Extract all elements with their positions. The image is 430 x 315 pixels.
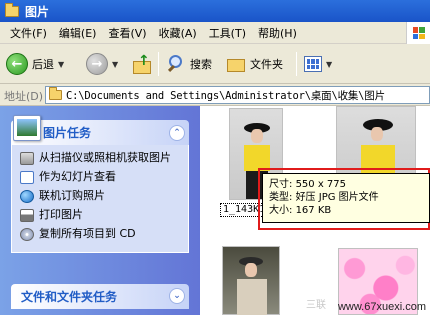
search-button[interactable]: 搜索	[166, 50, 212, 78]
menu-tools[interactable]: 工具(T)	[203, 25, 252, 41]
folders-icon	[226, 55, 246, 73]
task-copy-to-cd[interactable]: 复制所有项目到 CD	[20, 227, 180, 241]
up-button[interactable]: ↑	[132, 50, 152, 78]
collapse-icon[interactable]: ⌃	[169, 125, 185, 141]
menu-favorites[interactable]: 收藏(A)	[153, 25, 203, 41]
globe-icon	[20, 190, 34, 203]
folders-button[interactable]: 文件夹	[226, 50, 283, 78]
address-input[interactable]: C:\Documents and Settings\Administrator\…	[45, 86, 430, 104]
windows-logo	[406, 22, 430, 44]
tooltip-filesize-label: 大小:	[269, 205, 293, 216]
views-icon	[304, 56, 322, 72]
task-label: 联机订购照片	[39, 189, 105, 202]
menu-file[interactable]: 文件(F)	[4, 25, 53, 41]
scanner-icon	[20, 152, 34, 165]
expand-icon[interactable]: ⌄	[169, 288, 185, 304]
brand-watermark: 三联	[306, 300, 326, 311]
back-dropdown-icon[interactable]: ▼	[58, 60, 64, 69]
toolbar: ← 后退 ▼ → ▼ ↑ 搜索 文件夹 ▼	[0, 44, 430, 84]
tooltip-filesize-row: 大小: 167 KB	[269, 204, 423, 217]
picture-tasks-title: 图片任务	[43, 126, 92, 140]
task-label: 作为幻灯片查看	[39, 170, 116, 183]
title-bar: 图片	[0, 0, 430, 22]
search-label: 搜索	[190, 58, 212, 71]
folders-label: 文件夹	[250, 58, 283, 71]
printer-icon	[20, 209, 34, 222]
address-path: C:\Documents and Settings\Administrator\…	[66, 89, 385, 102]
file-info-tooltip: 尺寸: 550 x 775 类型: 好压 JPG 图片文件 大小: 167 KB	[262, 173, 430, 223]
window-title: 图片	[25, 4, 50, 19]
back-arrow-icon: ←	[6, 53, 28, 75]
picture-tasks-list: 从扫描仪或照相机获取图片 作为幻灯片查看 联机订购照片 打印图片 复制所有项目到…	[11, 145, 189, 253]
site-watermark: www.67xuexi.com	[337, 301, 426, 313]
address-label: 地址(D)	[4, 90, 44, 103]
tooltip-size-row: 尺寸: 550 x 775	[269, 178, 423, 191]
picture-tasks-header[interactable]: 图片任务 ⌃	[11, 115, 189, 145]
task-label: 复制所有项目到 CD	[39, 227, 136, 240]
picture-tasks-panel: 图片任务 ⌃ 从扫描仪或照相机获取图片 作为幻灯片查看 联机订购照片 打印图片	[11, 115, 189, 270]
back-button[interactable]: ← 后退 ▼	[6, 50, 64, 78]
menu-bar: 文件(F) 编辑(E) 查看(V) 收藏(A) 工具(T) 帮助(H)	[0, 22, 430, 44]
slideshow-icon	[20, 171, 34, 184]
views-dropdown-icon[interactable]: ▼	[326, 60, 332, 69]
task-order-prints[interactable]: 联机订购照片	[20, 189, 180, 203]
tooltip-type-value: 好压 JPG 图片文件	[295, 192, 379, 203]
folder-up-icon: ↑	[132, 53, 152, 75]
task-print[interactable]: 打印图片	[20, 208, 180, 222]
task-label: 打印图片	[39, 208, 83, 221]
thumbnail-image[interactable]	[222, 246, 280, 315]
folder-icon	[49, 87, 62, 100]
file-tasks-title: 文件和文件夹任务	[21, 290, 118, 304]
menu-edit[interactable]: 编辑(E)	[53, 25, 103, 41]
forward-dropdown-icon[interactable]: ▼	[112, 60, 118, 69]
pictures-icon	[13, 115, 41, 141]
cd-icon	[20, 228, 34, 241]
task-pane: 图片任务 ⌃ 从扫描仪或照相机获取图片 作为幻灯片查看 联机订购照片 打印图片	[0, 106, 200, 315]
tooltip-size-label: 尺寸:	[269, 179, 293, 190]
task-label: 从扫描仪或照相机获取图片	[39, 151, 171, 164]
forward-button[interactable]: → ▼	[86, 50, 118, 78]
forward-arrow-icon: →	[86, 53, 108, 75]
tooltip-type-row: 类型: 好压 JPG 图片文件	[269, 191, 423, 204]
views-button[interactable]: ▼	[304, 50, 332, 78]
back-label: 后退	[32, 58, 54, 71]
task-get-pictures[interactable]: 从扫描仪或照相机获取图片	[20, 151, 180, 165]
tooltip-type-label: 类型:	[269, 192, 293, 203]
search-icon	[166, 54, 186, 74]
task-slideshow[interactable]: 作为幻灯片查看	[20, 170, 180, 184]
folder-icon	[5, 2, 19, 17]
tooltip-size-value: 550 x 775	[295, 179, 347, 190]
menu-view[interactable]: 查看(V)	[102, 25, 152, 41]
menu-help[interactable]: 帮助(H)	[252, 25, 303, 41]
tooltip-filesize-value: 167 KB	[295, 205, 332, 216]
file-folder-tasks-header[interactable]: 文件和文件夹任务 ⌄	[11, 284, 189, 309]
address-bar: 地址(D) C:\Documents and Settings\Administ…	[0, 84, 430, 106]
